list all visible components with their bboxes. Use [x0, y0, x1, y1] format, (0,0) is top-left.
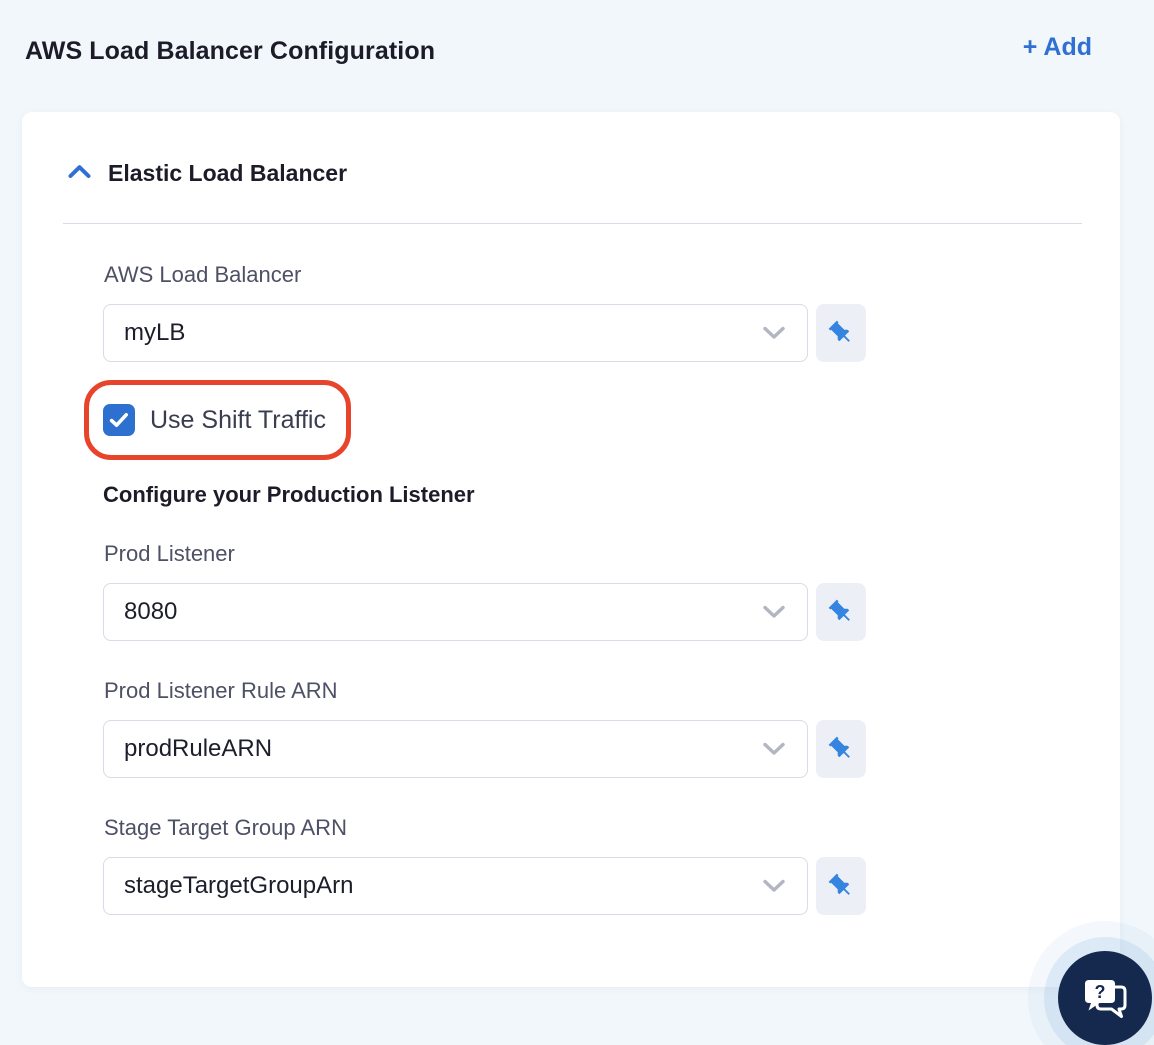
- aws-load-balancer-label: AWS Load Balancer: [104, 262, 302, 287]
- aws-load-balancer-value: myLB: [124, 319, 186, 346]
- field-stage-target-group-arn: Stage Target Group ARN stageTargetGroupA…: [103, 814, 866, 915]
- pin-button[interactable]: [816, 720, 866, 778]
- checkbox-label: Use Shift Traffic: [150, 405, 326, 434]
- pushpin-icon: [828, 320, 850, 342]
- section-title: Elastic Load Balancer: [108, 160, 348, 186]
- stage-target-group-arn-label: Stage Target Group ARN: [104, 815, 347, 840]
- page-header: AWS Load Balancer Configuration + Add: [0, 0, 1154, 66]
- form: AWS Load Balancer myLB Use Shift Traffic…: [68, 261, 866, 915]
- field-prod-listener-rule-arn: Prod Listener Rule ARN prodRuleARN: [103, 677, 866, 778]
- pin-button[interactable]: [816, 583, 866, 641]
- add-button[interactable]: + Add: [1023, 33, 1092, 62]
- chevron-down-icon: [762, 605, 786, 619]
- pin-button[interactable]: [816, 304, 866, 362]
- field-prod-listener: Prod Listener 8080: [103, 540, 866, 641]
- annotation-highlight-ring: Use Shift Traffic: [84, 380, 351, 460]
- prod-listener-label: Prod Listener: [104, 541, 235, 566]
- aws-load-balancer-select[interactable]: myLB: [103, 304, 808, 362]
- production-listener-subheading: Configure your Production Listener: [103, 482, 475, 507]
- chat-question-icon: ?: [1085, 980, 1127, 1018]
- pushpin-icon: [828, 873, 850, 895]
- prod-listener-rule-arn-value: prodRuleARN: [124, 735, 273, 762]
- chevron-down-icon: [762, 326, 786, 340]
- checkbox-box[interactable]: [103, 404, 135, 436]
- field-aws-load-balancer: AWS Load Balancer myLB: [103, 261, 866, 362]
- prod-listener-rule-arn-select[interactable]: prodRuleARN: [103, 720, 808, 778]
- pushpin-icon: [828, 599, 850, 621]
- checkmark-icon: [109, 413, 128, 427]
- load-balancer-config-card: Elastic Load Balancer AWS Load Balancer …: [22, 112, 1120, 987]
- chevron-up-icon[interactable]: [68, 164, 91, 184]
- help-chat-button[interactable]: ?: [1058, 951, 1152, 1045]
- page-title: AWS Load Balancer Configuration: [25, 37, 436, 65]
- chevron-down-icon: [762, 742, 786, 756]
- use-shift-traffic-checkbox[interactable]: Use Shift Traffic: [103, 404, 326, 436]
- svg-text:?: ?: [1095, 982, 1106, 1002]
- divider: [63, 223, 1082, 224]
- stage-target-group-arn-select[interactable]: stageTargetGroupArn: [103, 857, 808, 915]
- prod-listener-select[interactable]: 8080: [103, 583, 808, 641]
- prod-listener-rule-arn-label: Prod Listener Rule ARN: [104, 678, 338, 703]
- pushpin-icon: [828, 736, 850, 758]
- stage-target-group-arn-value: stageTargetGroupArn: [124, 872, 354, 899]
- pin-button[interactable]: [816, 857, 866, 915]
- section-header-elastic-load-balancer[interactable]: Elastic Load Balancer: [68, 160, 1082, 187]
- chevron-down-icon: [762, 879, 786, 893]
- prod-listener-value: 8080: [124, 598, 178, 625]
